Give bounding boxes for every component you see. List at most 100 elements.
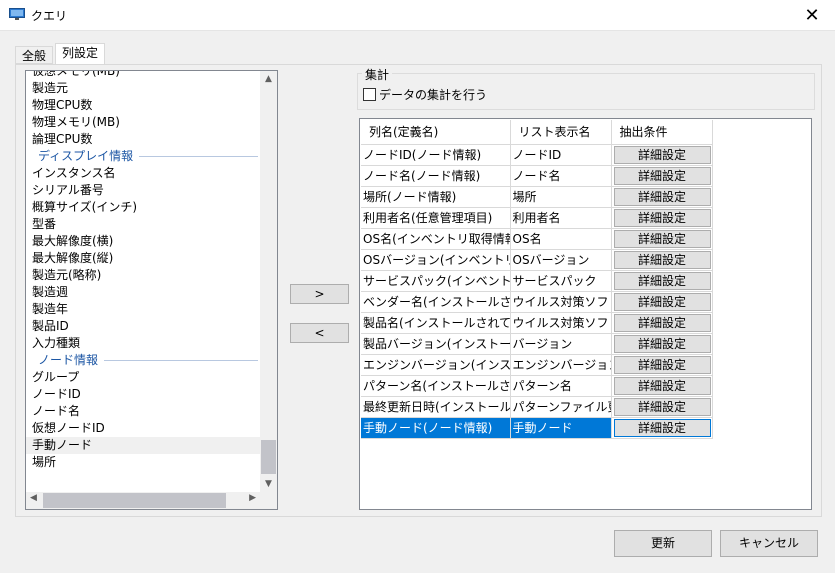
display-name-cell[interactable]: OS名 [510, 228, 612, 250]
detail-settings-button[interactable]: 詳細設定 [613, 292, 711, 311]
list-item[interactable]: 型番 [26, 216, 260, 233]
list-item[interactable]: ノードID [26, 386, 260, 403]
column-name-cell[interactable]: 製品名(インストールされてい… [361, 312, 511, 334]
table-row[interactable]: 製品名(インストールされてい…ウイルス対策ソフト…詳細設定 [361, 312, 713, 334]
detail-settings-button[interactable]: 詳細設定 [613, 418, 711, 437]
display-name-cell[interactable]: バージョン [510, 333, 612, 355]
column-name-cell[interactable]: サービスパック(インベントリ取… [361, 270, 511, 292]
scroll-up-icon[interactable]: ▲ [260, 74, 277, 84]
detail-settings-button[interactable]: 詳細設定 [613, 250, 711, 269]
tab-general[interactable]: 全般 [15, 46, 54, 64]
table-row[interactable]: OSバージョン(インベントリ取…OSバージョン詳細設定 [361, 249, 713, 271]
table-row[interactable]: サービスパック(インベントリ取…サービスパック詳細設定 [361, 270, 713, 292]
list-item[interactable]: インスタンス名 [26, 165, 260, 182]
display-name-cell[interactable]: ウイルス対策ソフト… [510, 312, 612, 334]
display-name-cell[interactable]: 利用者名 [510, 207, 612, 229]
detail-settings-button[interactable]: 詳細設定 [613, 187, 711, 206]
header-column-name[interactable]: 列名(定義名) [361, 120, 511, 145]
table-row[interactable]: 手動ノード(ノード情報) 手動ノード 詳細設定 [361, 417, 713, 439]
table-row[interactable]: 利用者名(任意管理項目) 利用者名 詳細設定 [361, 207, 713, 229]
list-item[interactable]: 論理CPU数 [26, 131, 260, 148]
column-name-cell[interactable]: パターン名(インストールされて… [361, 375, 511, 397]
table-row[interactable]: 場所(ノード情報) 場所 詳細設定 [361, 186, 713, 208]
scroll-thumb[interactable] [261, 440, 276, 474]
list-item[interactable]: 最大解像度(横) [26, 233, 260, 250]
display-name-cell[interactable]: ウイルス対策ソフト… [510, 291, 612, 313]
column-name-cell[interactable]: 利用者名(任意管理項目) [361, 207, 511, 229]
table-row[interactable]: ベンダー名(インストールされて…ウイルス対策ソフト…詳細設定 [361, 291, 713, 313]
detail-settings-button[interactable]: 詳細設定 [613, 229, 711, 248]
header-display-name[interactable]: リスト表示名 [510, 120, 612, 145]
detail-settings-button[interactable]: 詳細設定 [613, 271, 711, 290]
remove-column-button[interactable]: < [290, 323, 349, 343]
update-button[interactable]: 更新 [614, 530, 712, 557]
list-item[interactable]: 製造週 [26, 284, 260, 301]
tab-column-settings[interactable]: 列設定 [55, 43, 106, 65]
column-name-cell[interactable]: 場所(ノード情報) [361, 186, 511, 208]
table-row[interactable]: パターン名(インストールされて…パターン名詳細設定 [361, 375, 713, 397]
scroll-right-icon[interactable]: ▶ [249, 493, 256, 503]
detail-settings-button[interactable]: 詳細設定 [613, 334, 711, 353]
column-name-cell[interactable]: エンジンバージョン(インストー… [361, 354, 511, 376]
list-item[interactable]: 製品ID [26, 318, 260, 335]
detail-settings-button[interactable]: 詳細設定 [613, 376, 711, 395]
list-item[interactable]: 最大解像度(縦) [26, 250, 260, 267]
display-name-cell[interactable]: エンジンバージョン [510, 354, 612, 376]
display-name-cell[interactable]: ノード名 [510, 165, 612, 187]
list-item[interactable]: 仮想メモリ(MB) [26, 71, 260, 80]
column-name-cell[interactable]: 手動ノード(ノード情報) [361, 417, 511, 439]
table-row[interactable]: エンジンバージョン(インストー…エンジンバージョン詳細設定 [361, 354, 713, 376]
hscroll-thumb[interactable] [43, 493, 226, 508]
detail-settings-button[interactable]: 詳細設定 [613, 208, 711, 227]
cancel-button[interactable]: キャンセル [720, 530, 818, 557]
table-row[interactable]: 最終更新日時(インストール…パターンファイル更…詳細設定 [361, 396, 713, 418]
scroll-left-icon[interactable]: ◀ [30, 493, 37, 503]
list-item[interactable]: 製造元 [26, 80, 260, 97]
list-item[interactable]: 場所 [26, 454, 260, 471]
table-row[interactable]: OS名(インベントリ取得情報) OS名 詳細設定 [361, 228, 713, 250]
list-item[interactable]: グループ [26, 369, 260, 386]
display-name-cell[interactable]: パターンファイル更… [510, 396, 612, 418]
available-columns-list[interactable]: 仮想メモリ(MB) 製造元 物理CPU数 物理メモリ(MB) 論理CPU数 ディスプレイ情… [25, 70, 278, 510]
scroll-down-icon[interactable]: ▼ [260, 479, 277, 489]
close-button[interactable]: ✕ [789, 0, 835, 31]
list-item[interactable]: 物理メモリ(MB) [26, 114, 260, 131]
column-name-cell[interactable]: ノードID(ノード情報) [361, 144, 511, 166]
aggregate-checkbox[interactable] [363, 88, 376, 101]
list-item[interactable]: ノード名 [26, 403, 260, 420]
detail-settings-button[interactable]: 詳細設定 [613, 397, 711, 416]
list-item[interactable]: 手動ノード [26, 437, 260, 454]
display-name-cell[interactable]: サービスパック [510, 270, 612, 292]
list-item[interactable]: 仮想ノードID [26, 420, 260, 437]
detail-settings-button[interactable]: 詳細設定 [613, 313, 711, 332]
header-filter[interactable]: 抽出条件 [611, 120, 713, 145]
list-item[interactable]: 製造年 [26, 301, 260, 318]
list-item[interactable]: 物理CPU数 [26, 97, 260, 114]
table-row[interactable]: 製品バージョン(インストールさ…バージョン詳細設定 [361, 333, 713, 355]
display-name-cell[interactable]: ノードID [510, 144, 612, 166]
aggregate-checkbox-label[interactable]: データの集計を行う [379, 86, 487, 103]
column-name-cell[interactable]: ノード名(ノード情報) [361, 165, 511, 187]
list-item[interactable]: 概算サイズ(インチ) [26, 199, 260, 216]
table-row[interactable]: ノード名(ノード情報) ノード名 詳細設定 [361, 165, 713, 187]
vertical-scrollbar[interactable]: ▲ ▼ [260, 71, 277, 492]
display-name-cell[interactable]: OSバージョン [510, 249, 612, 271]
column-name-cell[interactable]: ベンダー名(インストールされて… [361, 291, 511, 313]
detail-settings-button[interactable]: 詳細設定 [613, 145, 711, 164]
list-item[interactable]: 製造元(略称) [26, 267, 260, 284]
add-column-button[interactable]: > [290, 284, 349, 304]
list-item[interactable]: 入力種類 [26, 335, 260, 352]
display-name-cell[interactable]: パターン名 [510, 375, 612, 397]
column-name-cell[interactable]: OS名(インベントリ取得情報) [361, 228, 511, 250]
table-row[interactable]: ノードID(ノード情報) ノードID 詳細設定 [361, 144, 713, 166]
detail-settings-button[interactable]: 詳細設定 [613, 355, 711, 374]
display-name-cell[interactable]: 手動ノード [510, 417, 612, 439]
display-name-cell[interactable]: 場所 [510, 186, 612, 208]
detail-settings-button[interactable]: 詳細設定 [613, 166, 711, 185]
list-item[interactable]: シリアル番号 [26, 182, 260, 199]
horizontal-scrollbar[interactable]: ◀ ▶ [26, 492, 260, 509]
column-name-cell[interactable]: 最終更新日時(インストール… [361, 396, 511, 418]
column-name-cell[interactable]: OSバージョン(インベントリ取… [361, 249, 511, 271]
column-name-cell[interactable]: 製品バージョン(インストールさ… [361, 333, 511, 355]
grid-body: ノードID(ノード情報) ノードID 詳細設定 ノード名(ノード情報) ノード名 詳細設定… [361, 144, 713, 439]
